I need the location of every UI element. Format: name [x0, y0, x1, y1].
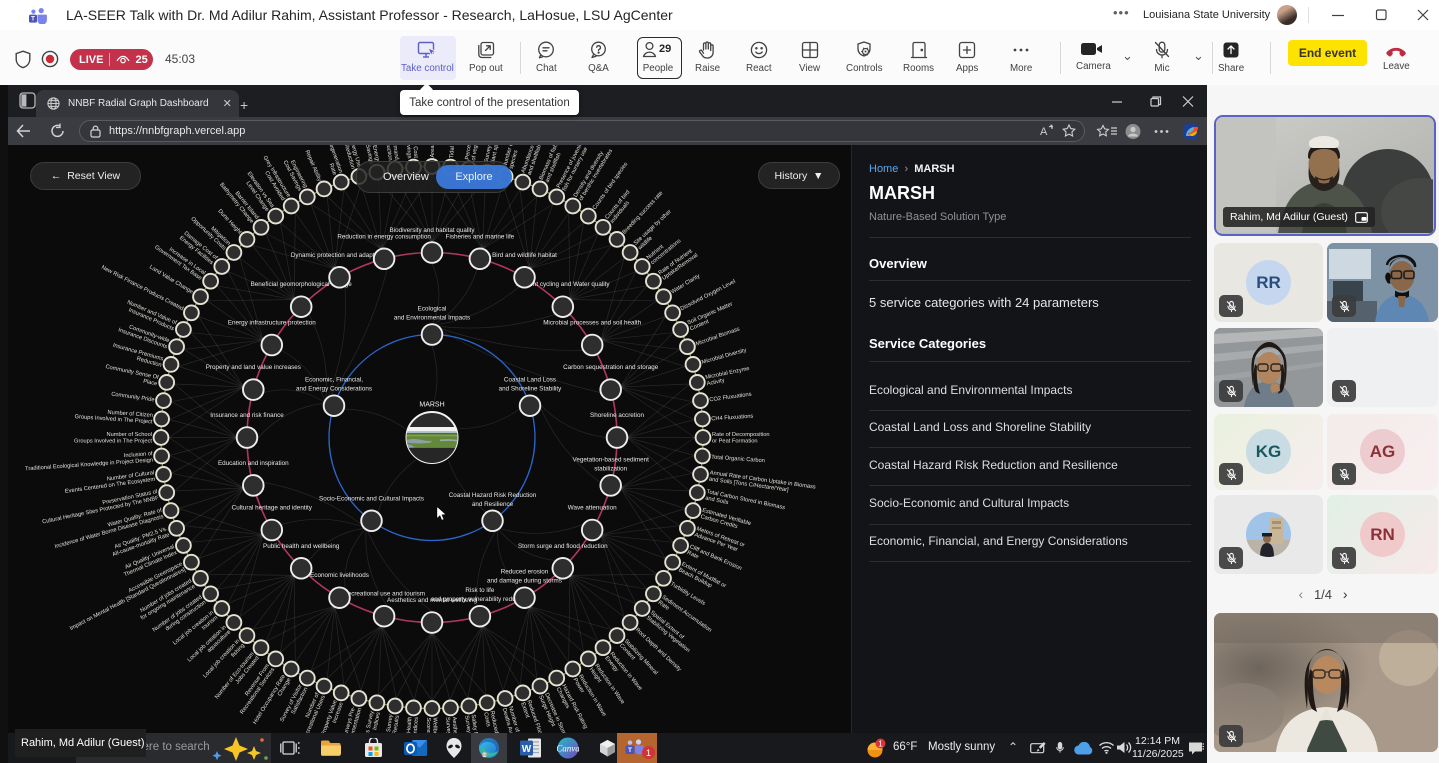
svg-text:and Shoreline Stability: and Shoreline Stability — [499, 386, 563, 393]
svg-text:Carbon sequestration and stora: Carbon sequestration and storage — [563, 364, 659, 371]
svg-text:Traditional Ecological Knowled: Traditional Ecological Knowledge in Proj… — [25, 458, 153, 473]
svg-text:and Energy Considerations: and Energy Considerations — [296, 386, 372, 393]
svg-text:Coastal Land Loss: Coastal Land Loss — [504, 377, 556, 384]
svg-text:or Peat Formation: or Peat Formation — [712, 439, 758, 445]
svg-text:Economic livelihoods: Economic livelihoods — [310, 572, 369, 579]
svg-text:Economic, Financial,: Economic, Financial, — [305, 377, 363, 384]
svg-text:Socio-Economic and Cultural Im: Socio-Economic and Cultural Impacts — [319, 495, 424, 502]
svg-text:Ecological: Ecological — [418, 306, 447, 313]
svg-text:Water Clarity: Water Clarity — [670, 273, 701, 295]
svg-text:Reduction: Reduction — [383, 145, 392, 161]
svg-text:Community Sense Of: Community Sense Of — [105, 364, 160, 381]
svg-text:Results: Results — [392, 715, 401, 733]
svg-text:Number of School: Number of School — [106, 432, 152, 438]
svg-text:stabilization: stabilization — [594, 465, 627, 472]
svg-text:Repair Ability: Repair Ability — [304, 149, 323, 182]
svg-text:Risk to life: Risk to life — [465, 587, 495, 594]
svg-text:Insurance and risk finance: Insurance and risk finance — [210, 412, 284, 419]
svg-text:1: 1 — [878, 740, 883, 749]
svg-text:Savings: Savings — [405, 145, 412, 159]
svg-text:Reduction in energy consumptio: Reduction in energy consumption — [337, 233, 431, 240]
svg-text:Storm surge and flood reductio: Storm surge and flood reduction — [518, 543, 608, 550]
svg-text:T: T — [628, 747, 632, 754]
svg-text:CO2 Fluxuations: CO2 Fluxuations — [709, 392, 752, 404]
svg-text:Rate of Decomposition: Rate of Decomposition — [712, 432, 770, 438]
svg-text:Groups Involved in The Project: Groups Involved in The Project — [74, 439, 152, 445]
svg-text:MARSH: MARSH — [419, 402, 444, 409]
svg-text:Microbial Diversity: Microbial Diversity — [701, 348, 747, 366]
svg-text:Property and land value increa: Property and land value increases — [206, 364, 301, 371]
svg-text:CH4 Fluxuations: CH4 Fluxuations — [711, 414, 754, 423]
svg-text:Coastal Hazard Risk Reduction: Coastal Hazard Risk Reduction — [449, 492, 537, 499]
svg-text:and Resilience: and Resilience — [472, 501, 514, 508]
svg-text:Aesthetics and mental wellbein: Aesthetics and mental wellbeing — [387, 597, 477, 604]
svg-text:Recreational use and tourism: Recreational use and tourism — [343, 591, 425, 598]
svg-text:and damage during storms: and damage during storms — [487, 578, 562, 585]
svg-text:Public health and wellbeing: Public health and wellbeing — [263, 543, 340, 550]
svg-text:Reduction in Wave: Reduction in Wave — [577, 674, 607, 718]
svg-text:Indices: Indices — [413, 717, 420, 733]
svg-text:Total Organic Carbon: Total Organic Carbon — [711, 455, 765, 465]
svg-text:Tidal Exchange: Tidal Exchange — [449, 145, 458, 158]
svg-text:Reduced erosion: Reduced erosion — [501, 569, 549, 576]
svg-text:Bird and wildlife habitat: Bird and wildlife habitat — [492, 252, 557, 259]
svg-text:Wave attenuation: Wave attenuation — [568, 505, 617, 512]
svg-text:Cultural heritage and identity: Cultural heritage and identity — [232, 505, 313, 512]
svg-text:and Environmental Impacts: and Environmental Impacts — [394, 315, 470, 322]
svg-text:Microbial Enzyme: Microbial Enzyme — [705, 366, 750, 381]
svg-text:Shoreline accretion: Shoreline accretion — [590, 412, 644, 419]
svg-text:Education and inspiration: Education and inspiration — [218, 460, 289, 467]
svg-text:W: W — [522, 744, 532, 755]
svg-text:Microbial Biomass: Microbial Biomass — [695, 326, 741, 347]
svg-text:Scores: Scores — [425, 718, 431, 734]
svg-text:Fisheries and marine life: Fisheries and marine life — [446, 233, 515, 240]
svg-text:of vegetation: of vegetation — [471, 145, 481, 161]
svg-text:Energy infrastructure protecti: Energy infrastructure protection — [228, 320, 316, 327]
svg-text:Area of marsh platform: Area of marsh platform — [430, 145, 436, 158]
svg-text:Canva: Canva — [557, 744, 579, 754]
svg-text:Microbial processes and soil h: Microbial processes and soil health — [543, 320, 641, 327]
svg-text:T: T — [31, 16, 35, 23]
svg-text:29: 29 — [659, 43, 671, 55]
svg-text:Community Pride: Community Pride — [111, 391, 155, 403]
svg-text:Surveys: Surveys — [444, 717, 451, 733]
svg-text:Vegetation-based sediment: Vegetation-based sediment — [573, 456, 650, 463]
svg-text:A: A — [1040, 126, 1048, 138]
svg-text:Wellbeing Survey: Wellbeing Survey — [432, 718, 438, 734]
